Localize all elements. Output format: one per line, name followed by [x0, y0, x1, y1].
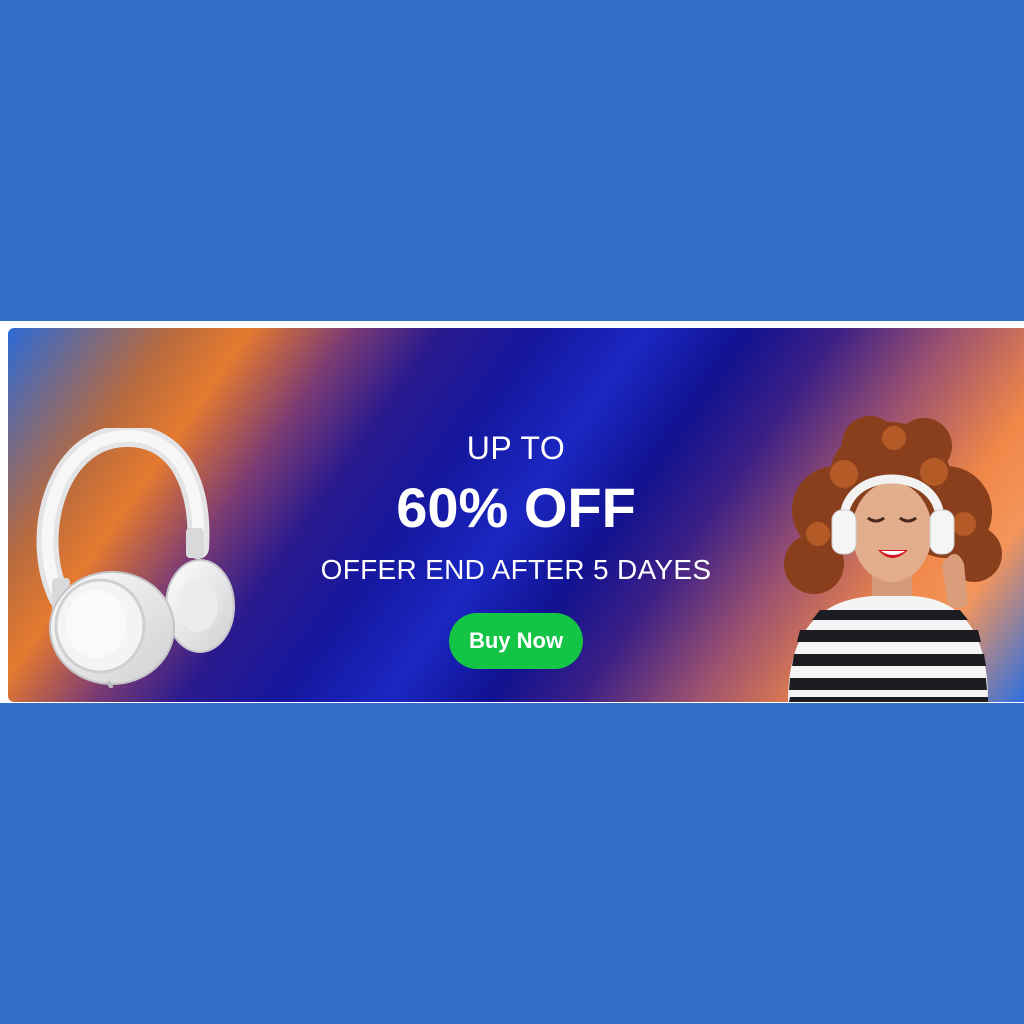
offer-prefix: UP TO — [466, 430, 566, 466]
offer-content: UP TO 60% OFF OFFER END AFTER 5 DAYES Bu… — [220, 328, 812, 702]
headphones-image — [36, 428, 235, 688]
banner-card: UP TO 60% OFF OFFER END AFTER 5 DAYES Bu… — [0, 321, 1024, 703]
promo-banner: UP TO 60% OFF OFFER END AFTER 5 DAYES Bu… — [8, 328, 1024, 702]
page: UP TO 60% OFF OFFER END AFTER 5 DAYES Bu… — [0, 0, 1024, 1024]
offer-expiry-text: OFFER END AFTER 5 DAYES — [320, 554, 712, 585]
woman-with-headphones-image — [784, 416, 1002, 702]
discount-headline: 60% OFF — [396, 476, 636, 539]
buy-now-button[interactable]: Buy Now — [449, 613, 583, 669]
